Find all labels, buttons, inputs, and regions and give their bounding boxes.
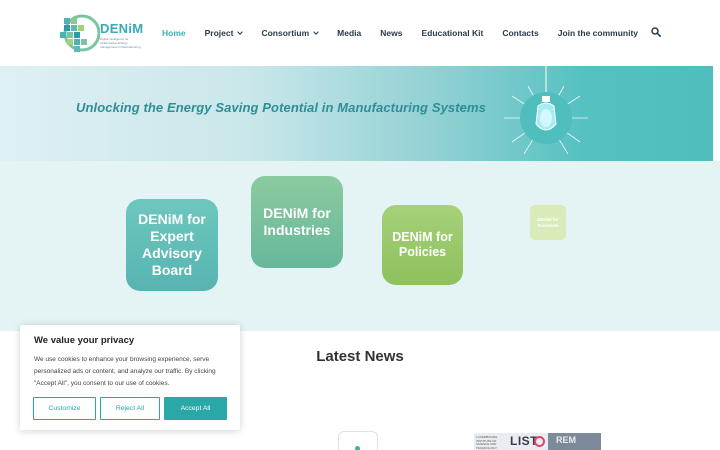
denim-logo[interactable]: DENiM Digital intelligence for collabora… xyxy=(60,12,144,54)
nav-news[interactable]: News xyxy=(380,28,402,38)
audience-tiles: DENiM for Expert Advisory Board DENiM fo… xyxy=(0,161,720,331)
nav-contacts-label: Contacts xyxy=(502,28,539,38)
site-header: DENiM Digital intelligence for collabora… xyxy=(0,0,720,66)
news-card-dot xyxy=(355,446,360,450)
nav-consortium[interactable]: Consortium xyxy=(261,28,319,38)
logo-mark-icon xyxy=(60,14,101,52)
nav-home-label: Home xyxy=(162,28,186,38)
tile-scientists[interactable]: DENiM for Scientists xyxy=(530,205,566,240)
cookie-consent-banner: We value your privacy We use cookies to … xyxy=(20,325,240,430)
nav-home[interactable]: Home xyxy=(162,28,186,38)
ring-icon xyxy=(534,436,545,447)
nav-news-label: News xyxy=(380,28,403,38)
nav-project-label: Project xyxy=(204,28,234,38)
accept-all-button[interactable]: Accept All xyxy=(164,397,227,420)
search-icon[interactable] xyxy=(651,27,661,37)
logo-tagline: Digital intelligence for collaborative E… xyxy=(100,37,141,49)
nav-educational-kit[interactable]: Educational Kit xyxy=(421,28,483,38)
cookie-description: We use cookies to enhance your browsing … xyxy=(34,356,216,387)
chevron-down-icon xyxy=(237,28,244,35)
main-nav: Home Project Consortium Media News Educa… xyxy=(162,25,657,41)
page: DENiM Digital intelligence for collabora… xyxy=(0,0,720,450)
nav-join-community-label: Join the community xyxy=(557,28,639,38)
nav-consortium-label: Consortium xyxy=(261,28,310,38)
nav-join-community[interactable]: Join the community xyxy=(558,28,638,38)
nav-project[interactable]: Project xyxy=(204,28,244,38)
hero-tagline: Unlocking the Energy Saving Potential in… xyxy=(76,100,486,115)
tile-policies[interactable]: DENiM for Policies xyxy=(382,205,463,285)
chevron-down-icon xyxy=(313,28,319,35)
tile-industries[interactable]: DENiM for Industries xyxy=(251,176,343,268)
rem-text: REM xyxy=(556,435,576,445)
news-thumbnail[interactable]: LUXEMBOURG INSTITUTE OF SCIENCE AND TECH… xyxy=(474,433,601,450)
logo-wordmark: DENiM xyxy=(100,21,144,36)
nav-contacts[interactable]: Contacts xyxy=(502,28,538,38)
reject-all-button[interactable]: Reject All xyxy=(100,397,160,420)
hero-banner: Unlocking the Energy Saving Potential in… xyxy=(0,66,713,161)
customize-button[interactable]: Customize xyxy=(33,397,96,420)
nav-educational-kit-label: Educational Kit xyxy=(421,28,484,38)
cookie-title: We value your privacy xyxy=(34,335,135,346)
nav-media-label: Media xyxy=(337,28,362,38)
rem-logo: REM xyxy=(548,433,601,450)
lightbulb-icon xyxy=(504,66,588,155)
nav-media[interactable]: Media xyxy=(337,28,361,38)
institute-text: LUXEMBOURG INSTITUTE OF SCIENCE AND TECH… xyxy=(476,435,498,450)
tile-expert-advisory-board[interactable]: DENiM for Expert Advisory Board xyxy=(126,199,218,291)
